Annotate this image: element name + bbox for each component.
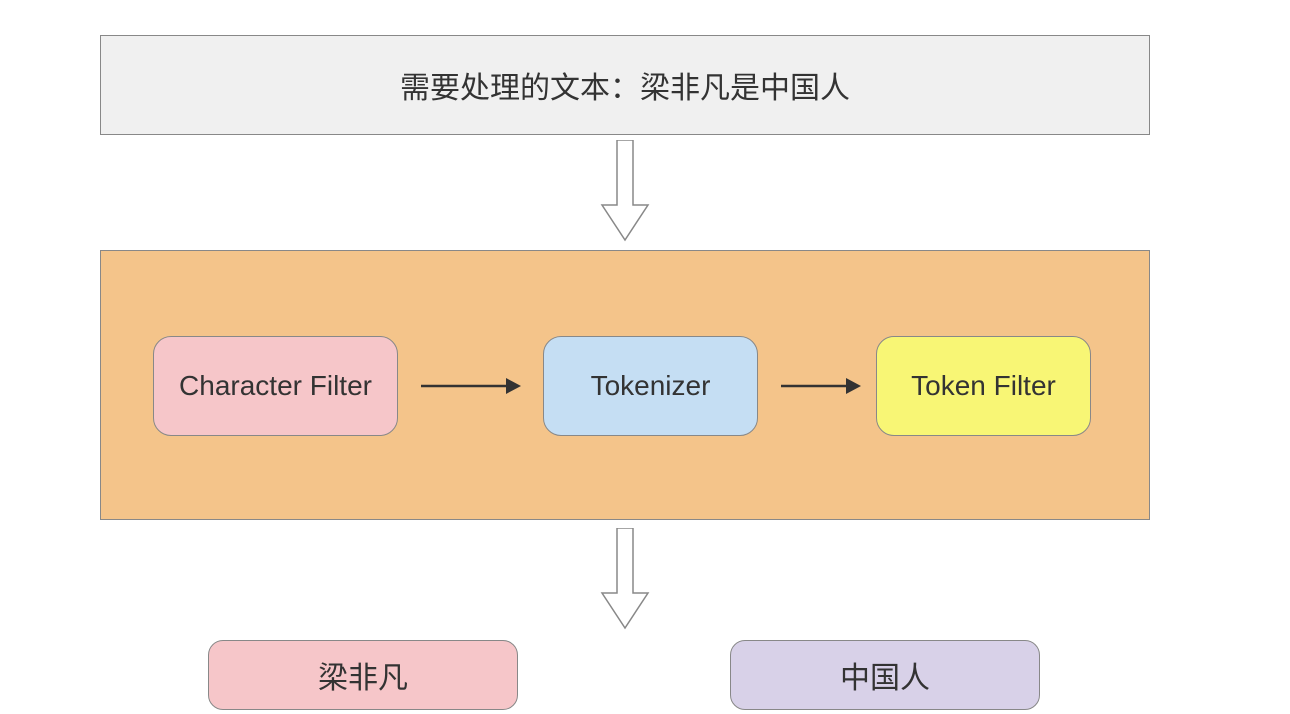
stage-label: Token Filter	[911, 370, 1056, 402]
input-text-box: 需要处理的文本：梁非凡是中国人	[100, 35, 1150, 135]
pipeline-container: Character Filter Tokenizer Token Filter	[100, 250, 1150, 520]
output-token-2: 中国人	[730, 640, 1040, 710]
stage-label: Character Filter	[179, 370, 372, 402]
stage-token-filter: Token Filter	[876, 336, 1091, 436]
stage-character-filter: Character Filter	[153, 336, 398, 436]
output-token-1: 梁非凡	[208, 640, 518, 710]
stage-tokenizer: Tokenizer	[543, 336, 758, 436]
arrow-right-icon	[781, 371, 861, 406]
arrow-down-icon	[600, 528, 650, 638]
arrow-down-icon	[600, 140, 650, 250]
input-text-label: 需要处理的文本：梁非凡是中国人	[400, 63, 850, 107]
stage-label: Tokenizer	[591, 370, 711, 402]
output-label: 中国人	[840, 653, 930, 697]
arrow-right-icon	[421, 371, 521, 406]
output-label: 梁非凡	[318, 653, 408, 697]
